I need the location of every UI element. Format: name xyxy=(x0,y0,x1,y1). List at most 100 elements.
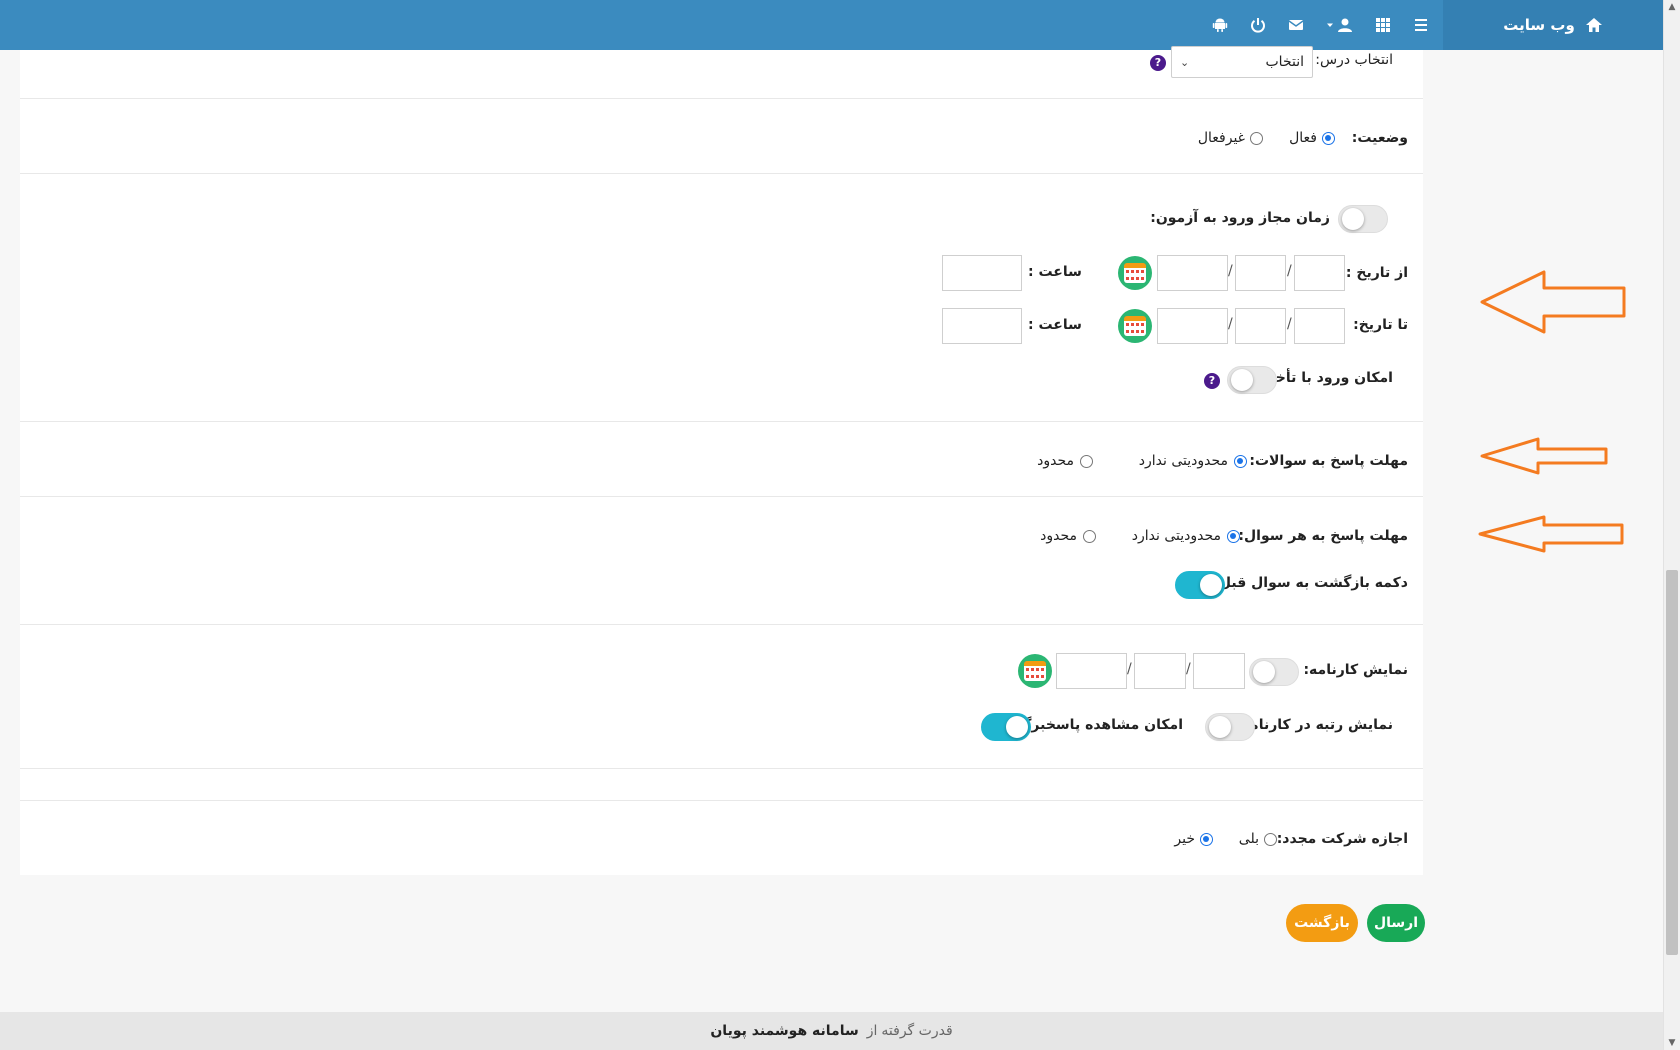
from-date-label: از تاریخ : xyxy=(1345,265,1408,281)
footer: قدرت گرفته از سامانه هوشمند پویان xyxy=(0,1012,1663,1050)
status-label: وضعیت: xyxy=(1351,130,1408,146)
status-option-inactive[interactable]: غیرفعال xyxy=(1198,130,1263,146)
menu-icon[interactable] xyxy=(1413,17,1429,33)
report-card-label: نمایش کارنامه: xyxy=(1303,662,1408,678)
date-separator: / xyxy=(1287,316,1292,332)
user-menu[interactable] xyxy=(1326,17,1353,33)
answer-deadline-limited[interactable]: محدود xyxy=(1037,453,1093,469)
late-entry-toggle[interactable] xyxy=(1227,366,1277,394)
per-question-unlimited[interactable]: محدودیتی ندارد xyxy=(1132,528,1240,544)
retake-no[interactable]: خیر xyxy=(1174,831,1213,847)
footer-prefix: قدرت گرفته xyxy=(881,1023,953,1039)
to-year-input[interactable] xyxy=(1157,308,1228,344)
answer-sheet-label: امکان مشاهده پاسخبرگ: xyxy=(1011,717,1183,733)
brand-link[interactable]: وب سایت xyxy=(1443,0,1663,50)
retake-label: اجازه شرکت مجدد: xyxy=(1276,831,1408,847)
divider xyxy=(20,768,1423,769)
to-month-input[interactable] xyxy=(1235,308,1286,344)
submit-button[interactable]: ارسال xyxy=(1367,904,1425,942)
footer-brand-link[interactable]: سامانه هوشمند پویان xyxy=(710,1023,858,1039)
answer-sheet-toggle[interactable] xyxy=(981,713,1031,741)
scroll-up-icon[interactable]: ▲ xyxy=(1667,2,1677,12)
calendar-icon[interactable] xyxy=(1118,256,1152,290)
date-separator: / xyxy=(1287,263,1292,279)
course-label: انتخاب درس: xyxy=(1315,52,1393,68)
late-entry-help-icon[interactable]: ? xyxy=(1204,373,1220,389)
caret-down-icon xyxy=(1327,23,1333,27)
divider xyxy=(20,624,1423,625)
back-button-toggle[interactable] xyxy=(1175,571,1225,599)
to-time-label: ساعت : xyxy=(1028,317,1082,333)
retake-yes-radio[interactable] xyxy=(1264,832,1277,846)
course-select-value: انتخاب xyxy=(1265,54,1305,70)
per-question-limited-radio[interactable] xyxy=(1083,529,1096,543)
status-inactive-label: غیرفعال xyxy=(1197,130,1245,146)
scroll-thumb[interactable] xyxy=(1666,570,1678,955)
status-active-radio[interactable] xyxy=(1322,131,1335,145)
per-question-limited[interactable]: محدود xyxy=(1040,528,1096,544)
retake-no-label: خیر xyxy=(1174,831,1195,847)
footer-by: از xyxy=(866,1023,878,1039)
date-separator: / xyxy=(1228,263,1233,279)
late-entry-label: امکان ورود با تأخیر xyxy=(1261,370,1393,386)
status-inactive-radio[interactable] xyxy=(1250,131,1263,145)
per-question-unlimited-radio[interactable] xyxy=(1227,529,1240,543)
from-month-input[interactable] xyxy=(1235,255,1286,291)
annotation-arrow-icon xyxy=(1480,437,1608,475)
chevron-down-icon: ⌄ xyxy=(1180,55,1190,69)
calendar-icon[interactable] xyxy=(1118,309,1152,343)
answer-deadline-unlimited-radio[interactable] xyxy=(1234,454,1247,468)
to-day-input[interactable] xyxy=(1294,308,1345,344)
status-option-active[interactable]: فعال xyxy=(1289,130,1335,146)
entry-time-toggle[interactable] xyxy=(1338,205,1388,233)
report-day-input[interactable] xyxy=(1193,653,1245,689)
exam-settings-form: انتخاب درس: انتخاب ⌄ ? وضعیت: فعال غیرفع… xyxy=(20,46,1423,875)
from-time-input[interactable] xyxy=(942,255,1022,291)
android-icon[interactable] xyxy=(1212,17,1228,33)
vertical-scrollbar[interactable]: ▲ ▼ xyxy=(1663,0,1680,1050)
date-separator: / xyxy=(1228,316,1233,332)
course-select[interactable]: انتخاب ⌄ xyxy=(1171,46,1313,78)
retake-yes-label: بلی xyxy=(1238,831,1259,847)
power-icon[interactable] xyxy=(1250,17,1266,33)
from-year-input[interactable] xyxy=(1157,255,1228,291)
entry-time-label: زمان مجاز ورود به آزمون: xyxy=(1150,210,1330,226)
divider xyxy=(20,98,1423,99)
course-help-icon[interactable]: ? xyxy=(1150,55,1166,71)
back-button[interactable]: بازگشت xyxy=(1286,904,1358,942)
grid-icon[interactable] xyxy=(1375,17,1391,33)
back-button-label: دکمه بازگشت به سوال قبل xyxy=(1218,575,1408,591)
calendar-icon[interactable] xyxy=(1018,654,1052,688)
date-separator: / xyxy=(1186,661,1191,677)
divider xyxy=(20,800,1423,801)
per-question-deadline-label: مهلت پاسخ به هر سوال: xyxy=(1238,528,1408,544)
to-date-label: تا تاریخ: xyxy=(1353,317,1408,333)
per-question-limited-label: محدود xyxy=(1040,528,1077,544)
from-day-input[interactable] xyxy=(1294,255,1345,291)
to-time-input[interactable] xyxy=(942,308,1022,344)
rank-toggle[interactable] xyxy=(1205,713,1255,741)
retake-yes[interactable]: بلی xyxy=(1239,831,1277,847)
top-icons xyxy=(1212,0,1429,50)
divider xyxy=(20,173,1423,174)
date-separator: / xyxy=(1127,661,1132,677)
annotation-arrow-icon xyxy=(1480,270,1626,334)
report-year-input[interactable] xyxy=(1056,653,1127,689)
divider xyxy=(20,421,1423,422)
scroll-down-icon[interactable]: ▼ xyxy=(1667,1038,1677,1048)
answer-deadline-label: مهلت پاسخ به سوالات: xyxy=(1249,453,1408,469)
answer-deadline-unlimited-label: محدودیتی ندارد xyxy=(1138,453,1228,469)
annotation-arrow-icon xyxy=(1478,515,1624,553)
status-active-label: فعال xyxy=(1289,130,1317,146)
per-question-unlimited-label: محدودیتی ندارد xyxy=(1131,528,1221,544)
retake-no-radio[interactable] xyxy=(1200,832,1213,846)
answer-deadline-unlimited[interactable]: محدودیتی ندارد xyxy=(1139,453,1247,469)
top-navbar: وب سایت xyxy=(0,0,1663,50)
report-card-toggle[interactable] xyxy=(1249,658,1299,686)
mail-icon[interactable] xyxy=(1288,17,1304,33)
from-time-label: ساعت : xyxy=(1028,264,1082,280)
report-month-input[interactable] xyxy=(1134,653,1186,689)
rank-label: نمایش رتبه در کارنامه: xyxy=(1235,717,1393,733)
answer-deadline-limited-radio[interactable] xyxy=(1080,454,1093,468)
divider xyxy=(20,496,1423,497)
